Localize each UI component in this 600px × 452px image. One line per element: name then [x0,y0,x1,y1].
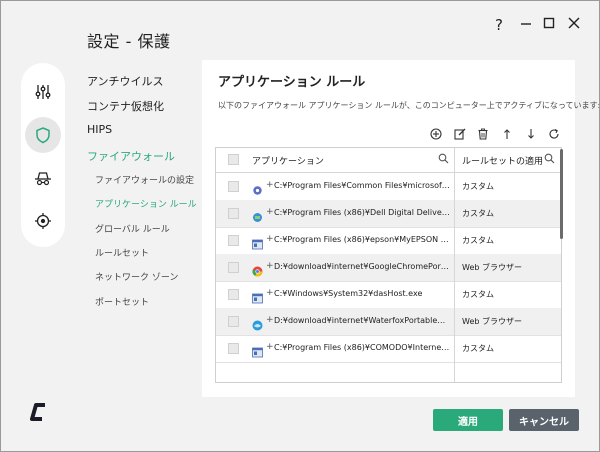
row-checkbox[interactable] [228,181,239,192]
shield-icon [36,127,50,144]
window-app-icon [252,343,263,358]
nav-item-firewall[interactable]: ファイアウォール [87,148,175,164]
edit-rule-button[interactable] [452,126,468,142]
settings-window: ? 設定 - 保護 アンチウイルス コンテナ仮想化 HIPS ファイアウォール … [0,0,600,452]
expand-toggle[interactable]: + [266,315,274,325]
gear-app-icon [252,181,263,195]
ruleset-value[interactable]: カスタム [462,181,494,192]
search-icon[interactable] [544,153,555,164]
row-checkbox[interactable] [228,262,239,273]
maximize-icon [543,17,555,29]
table-row[interactable]: + D:¥download¥internet¥WaterfoxPortable¥A… [216,308,561,336]
minimize-icon [521,23,531,25]
waterfox-icon [252,316,263,331]
rail-item-advanced[interactable] [25,203,61,239]
application-rules-table: アプリケーション ルールセットの適用 + C:¥Program Files¥Com… [215,147,562,383]
application-path: D:¥download¥internet¥WaterfoxPortable¥Ap… [274,316,450,325]
row-checkbox[interactable] [228,235,239,246]
close-button[interactable] [564,15,584,35]
search-icon[interactable] [438,153,449,164]
close-icon [568,17,580,29]
nav-subitem-portsets[interactable]: ポートセット [95,295,149,308]
add-icon [430,128,442,140]
expand-toggle[interactable]: + [266,234,274,244]
page-title: 設定 - 保護 [87,32,171,51]
nav-subitem-network-zones[interactable]: ネットワーク ゾーン [95,270,178,283]
application-rules-panel: アプリケーション ルール 以下のファイアウォール アプリケーション ルールが、こ… [202,60,599,397]
refresh-icon [549,129,559,139]
expand-toggle[interactable]: + [266,180,274,190]
spy-hat-icon [35,172,51,186]
select-all-checkbox[interactable] [228,154,239,165]
ruleset-value[interactable]: Web ブラウザー [462,316,522,327]
application-path: C:¥Program Files (x86)¥Dell Digital Deli… [274,208,450,217]
column-header-application[interactable]: アプリケーション [252,154,324,167]
move-up-icon [504,129,510,139]
application-path: C:¥Program Files (x86)¥COMODO¥Internet S… [274,343,450,352]
table-header: アプリケーション ルールセットの適用 [216,148,561,173]
sliders-icon [35,85,51,99]
row-checkbox[interactable] [228,289,239,300]
minimize-button[interactable] [516,15,536,35]
rail-item-settings[interactable] [25,74,61,110]
panel-description: 以下のファイアウォール アプリケーション ルールが、このコンピューター上でアクテ… [218,101,600,110]
comodo-logo [29,401,47,427]
help-button[interactable]: ? [489,15,509,35]
nav-item-antivirus[interactable]: アンチウイルス [87,73,164,89]
application-path: D:¥download¥internet¥GoogleChromePortabl… [274,262,450,271]
edit-icon [454,128,466,140]
move-up-button[interactable] [499,126,515,142]
window-app-icon [252,289,263,304]
nav-subitem-rulesets[interactable]: ルールセット [95,246,149,259]
row-checkbox[interactable] [228,208,239,219]
table-row[interactable]: + C:¥Program Files (x86)¥Dell Digital Del… [216,200,561,228]
comodo-logo-icon [30,403,45,421]
move-down-button[interactable] [523,126,539,142]
maximize-button[interactable] [539,15,559,35]
chrome-icon [252,262,263,277]
nav-subitem-firewall-settings[interactable]: ファイアウォールの設定 [95,173,194,186]
ruleset-value[interactable]: カスタム [462,235,494,246]
apply-button[interactable]: 適用 [433,409,503,431]
application-path: C:¥Program Files¥Common Files¥microsoft … [274,181,450,190]
expand-toggle[interactable]: + [266,207,274,217]
rail-item-protection[interactable] [25,117,61,153]
add-rule-button[interactable] [428,126,444,142]
nav-item-hips[interactable]: HIPS [87,123,112,136]
table-row[interactable]: + C:¥Program Files¥Common Files¥microsoft… [216,173,561,201]
ruleset-value[interactable]: Web ブラウザー [462,262,522,273]
icon-rail [21,63,65,247]
column-header-ruleset[interactable]: ルールセットの適用 [462,154,543,167]
crosshair-icon [35,213,51,229]
expand-toggle[interactable]: + [266,342,274,352]
expand-toggle[interactable]: + [266,288,274,298]
panel-title: アプリケーション ルール [218,75,366,90]
rail-item-privacy[interactable] [25,160,61,196]
delete-icon [478,128,488,140]
dell-app-icon [252,208,263,222]
ruleset-value[interactable]: カスタム [462,343,494,354]
table-scrollbar[interactable] [560,149,563,239]
nav-subitem-global-rules[interactable]: グローバル ルール [95,222,170,235]
application-path: C:¥Program Files (x86)¥epson¥MyEPSON Con… [274,235,450,244]
delete-rule-button[interactable] [475,126,491,142]
move-down-icon [528,129,534,139]
table-row[interactable]: +C:¥Program Files (x86)¥epson¥MyEPSON Co… [216,227,561,255]
row-checkbox[interactable] [228,316,239,327]
refresh-button[interactable] [546,126,562,142]
ruleset-value[interactable]: カスタム [462,289,494,300]
column-divider [454,148,455,382]
window-app-icon [252,235,263,250]
nav-subitem-application-rules[interactable]: アプリケーション ルール [95,197,197,210]
row-checkbox[interactable] [228,343,239,354]
cancel-button[interactable]: キャンセル [509,409,579,431]
table-row[interactable]: +D:¥download¥internet¥GoogleChromePortab… [216,254,561,282]
table-row[interactable]: + C:¥Program Files (x86)¥COMODO¥Internet … [216,335,561,363]
ruleset-value[interactable]: カスタム [462,208,494,219]
table-row[interactable]: + C:¥Windows¥System32¥dasHost.exe カスタム [216,281,561,309]
application-path: C:¥Windows¥System32¥dasHost.exe [274,289,423,298]
expand-toggle[interactable]: + [266,261,274,271]
nav-item-containment[interactable]: コンテナ仮想化 [87,98,164,114]
